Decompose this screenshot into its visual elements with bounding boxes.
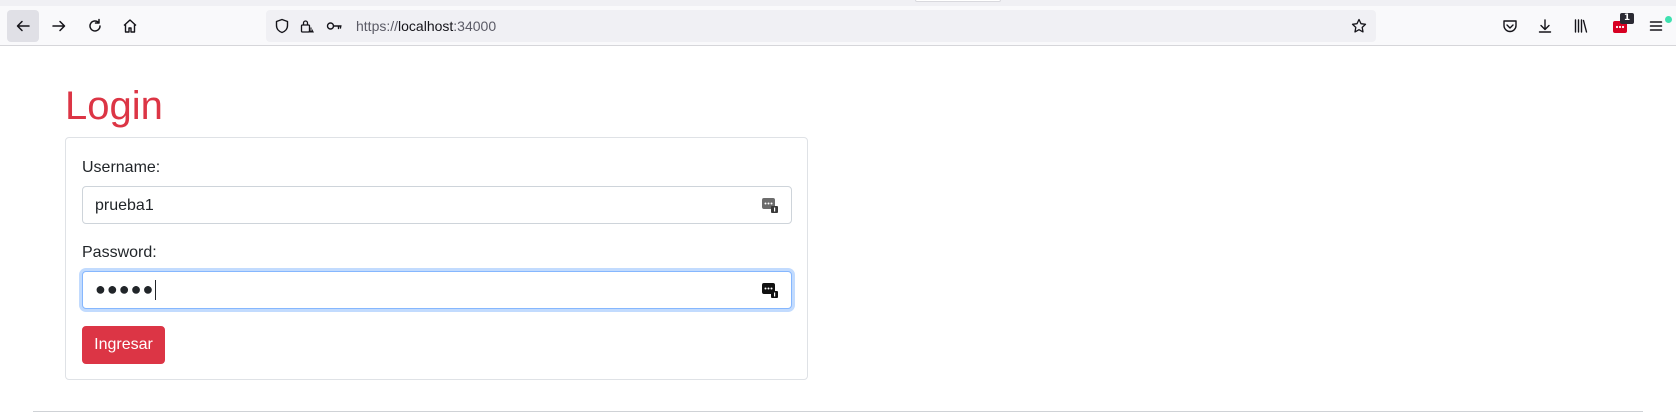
text-caret: [155, 280, 157, 301]
keepass-fill-icon[interactable]: [761, 281, 779, 299]
url-port: :34000: [453, 18, 497, 34]
keepass-fill-icon[interactable]: [761, 196, 779, 214]
shield-icon[interactable]: [274, 18, 290, 34]
extension-badge: 1: [1620, 13, 1634, 24]
update-notification-dot: [1665, 16, 1672, 23]
home-icon: [123, 19, 137, 33]
back-button[interactable]: [7, 10, 39, 42]
page-title: Login: [65, 84, 163, 128]
url-text[interactable]: https://localhost:34000: [356, 18, 496, 34]
reload-button[interactable]: [79, 10, 111, 42]
lock-warning-icon[interactable]: [299, 18, 315, 34]
downloads-button[interactable]: [1529, 10, 1561, 42]
star-icon[interactable]: [1351, 18, 1367, 34]
key-icon[interactable]: [326, 18, 342, 34]
download-icon: [1538, 19, 1552, 33]
forward-arrow-icon: [52, 20, 66, 32]
library-button[interactable]: [1565, 10, 1597, 42]
username-value: prueba1: [95, 197, 154, 214]
pocket-button[interactable]: [1494, 10, 1526, 42]
submit-button[interactable]: Ingresar: [82, 326, 165, 364]
password-mask: ●●●●●: [95, 279, 155, 299]
pocket-icon: [1503, 20, 1517, 33]
password-value: ●●●●●: [95, 279, 157, 301]
username-input[interactable]: prueba1: [82, 186, 792, 224]
hamburger-menu-icon: [1649, 21, 1663, 31]
footer-divider: [33, 411, 1643, 412]
back-arrow-icon: [16, 20, 30, 32]
url-host: localhost: [398, 18, 454, 34]
menu-button[interactable]: [1640, 10, 1672, 42]
reload-icon: [89, 18, 101, 32]
forward-button[interactable]: [43, 10, 75, 42]
browser-toolbar: https://localhost:34000 1: [0, 6, 1676, 46]
password-input[interactable]: ●●●●●: [82, 271, 792, 309]
login-card: Username: prueba1 Password: ●●●●● Ingres…: [65, 137, 808, 380]
url-bar[interactable]: https://localhost:34000: [266, 10, 1376, 42]
library-icon: [1574, 19, 1588, 33]
active-tab-edge[interactable]: [915, 0, 1001, 2]
url-scheme: https://: [356, 18, 399, 34]
username-label: Username:: [82, 159, 161, 176]
password-label: Password:: [82, 244, 157, 261]
home-button[interactable]: [114, 10, 146, 42]
